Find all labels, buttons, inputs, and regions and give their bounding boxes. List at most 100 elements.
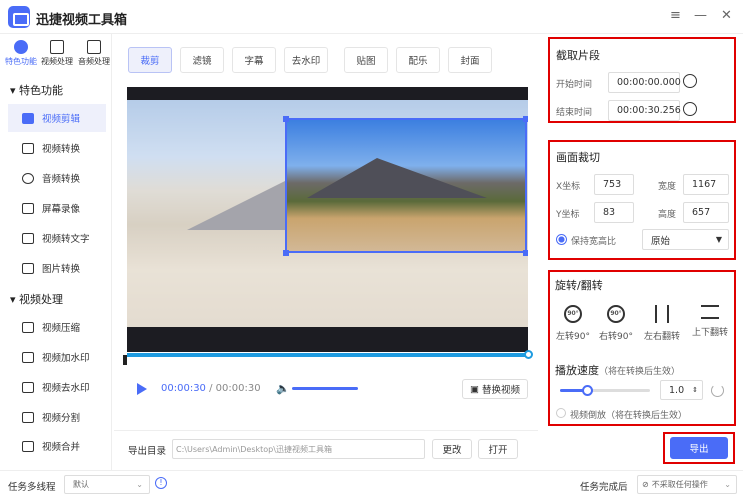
- time-separator: /: [209, 383, 213, 394]
- video-preview[interactable]: [127, 87, 528, 352]
- rotate-left-button[interactable]: 90° 左转90°: [551, 305, 595, 342]
- sidebar-item-image-convert[interactable]: 图片转换: [8, 254, 106, 282]
- volume-icon[interactable]: 🔈: [276, 382, 290, 395]
- reverse-note: （将在转换后生效）: [606, 411, 688, 421]
- tab-remove-watermark[interactable]: 去水印: [284, 47, 328, 73]
- speed-slider-knob[interactable]: [582, 385, 593, 396]
- tab-music[interactable]: 配乐: [396, 47, 440, 73]
- item-label: 视频分割: [42, 413, 81, 424]
- title-bar: 迅捷视频工具箱 ≡ — ✕: [0, 0, 743, 34]
- sidebar-item-video-to-text[interactable]: 视频转文字: [8, 224, 106, 252]
- play-icon[interactable]: [137, 383, 147, 395]
- close-icon[interactable]: ✕: [721, 8, 732, 23]
- flip-horizontal-button[interactable]: 左右翻转: [640, 305, 684, 342]
- open-dir-button[interactable]: 打开: [478, 439, 518, 459]
- rotate-right-icon: 90°: [607, 305, 625, 323]
- flip-vertical-button[interactable]: 上下翻转: [688, 305, 732, 338]
- current-time: 00:00:30: [161, 383, 206, 394]
- ban-icon: ⊘: [642, 480, 649, 489]
- sidebar-item-compress[interactable]: 视频压缩: [8, 313, 106, 341]
- start-time-input[interactable]: 00:00:00.000: [608, 72, 681, 93]
- speed-value: 1.0: [669, 384, 685, 396]
- end-time-label: 结束时间: [556, 108, 593, 118]
- nav-video[interactable]: 视频处理: [38, 40, 76, 67]
- crop-handle[interactable]: [523, 116, 528, 122]
- crop-title: 画面裁切: [556, 151, 600, 164]
- timeline-start-marker[interactable]: [123, 355, 127, 365]
- rotate-label: 右转90°: [599, 332, 633, 342]
- add-watermark-icon: [22, 351, 34, 363]
- compress-icon: [22, 321, 34, 333]
- minimize-icon[interactable]: —: [694, 8, 707, 23]
- tab-crop[interactable]: 裁剪: [128, 47, 172, 73]
- item-label: 视频压缩: [42, 323, 81, 334]
- rotate-right-button[interactable]: 90° 右转90°: [594, 305, 638, 342]
- width-label: 宽度: [658, 182, 677, 192]
- sidebar-item-audio-convert[interactable]: 音频转换: [8, 164, 106, 192]
- rotate-left-icon: 90°: [564, 305, 582, 323]
- x-label: X坐标: [556, 182, 581, 192]
- x-input[interactable]: 753: [594, 174, 634, 195]
- end-time-input[interactable]: 00:00:30.256: [608, 100, 681, 121]
- tab-sticker[interactable]: 贴图: [344, 47, 388, 73]
- sidebar-item-add-watermark[interactable]: 视频加水印: [8, 343, 106, 371]
- speed-title: 播放速度: [555, 364, 599, 377]
- section-special[interactable]: ▾ 特色功能: [10, 82, 63, 98]
- sidebar-item-split[interactable]: 视频分割: [8, 403, 106, 431]
- info-icon[interactable]: !: [155, 477, 167, 489]
- width-input[interactable]: 1167: [683, 174, 729, 195]
- section-video[interactable]: ▾ 视频处理: [10, 291, 63, 307]
- speed-slider[interactable]: [560, 385, 650, 396]
- split-icon: [22, 411, 34, 423]
- replace-video-icon: ▣: [470, 383, 479, 395]
- total-time: 00:00:30: [215, 383, 261, 394]
- sidebar-item-screen-record[interactable]: 屏幕录像: [8, 194, 106, 222]
- export-dir-input[interactable]: C:\Users\Admin\Desktop\迅捷视频工具箱: [172, 439, 425, 459]
- crop-rectangle[interactable]: [285, 118, 527, 253]
- music-icon: [87, 40, 101, 54]
- timeline-bar[interactable]: [127, 353, 529, 357]
- divider: [114, 430, 538, 431]
- item-label: 视频转文字: [42, 234, 90, 245]
- nav-special[interactable]: 特色功能: [2, 40, 40, 67]
- speed-input[interactable]: 1.0 ⇕: [660, 380, 703, 400]
- clock-icon[interactable]: [683, 74, 697, 88]
- audio-icon: [22, 172, 34, 184]
- text-icon: [22, 232, 34, 244]
- export-button[interactable]: 导出: [670, 437, 728, 459]
- ratio-select[interactable]: 原始 ▼: [642, 229, 729, 250]
- timeline-playhead[interactable]: [524, 350, 533, 359]
- volume-slider[interactable]: [292, 387, 358, 390]
- rotate-label: 左右翻转: [643, 332, 680, 342]
- nav-audio[interactable]: 音频处理: [75, 40, 113, 67]
- record-icon: [22, 202, 34, 214]
- change-dir-button[interactable]: 更改: [432, 439, 472, 459]
- sidebar-item-video-convert[interactable]: 视频转换: [8, 134, 106, 162]
- tab-cover[interactable]: 封面: [448, 47, 492, 73]
- sidebar-item-merge[interactable]: 视频合并: [8, 432, 106, 460]
- thread-select[interactable]: 默认 ⌄: [64, 475, 150, 494]
- rotate-label: 上下翻转: [691, 328, 728, 338]
- stepper-icon[interactable]: ⇕: [692, 386, 698, 394]
- after-label: 任务完成后: [580, 482, 628, 493]
- crop-handle[interactable]: [283, 116, 289, 122]
- sidebar-item-video-edit[interactable]: 视频剪辑: [8, 104, 106, 132]
- crop-handle[interactable]: [283, 250, 289, 256]
- flip-horizontal-icon: [655, 305, 669, 323]
- tab-filter[interactable]: 滤镜: [180, 47, 224, 73]
- footer: 任务多线程 默认 ⌄ ! 任务完成后 ⊘ 不采取任何操作 ⌄: [0, 470, 743, 500]
- y-input[interactable]: 83: [594, 202, 634, 223]
- clock-icon[interactable]: [683, 102, 697, 116]
- height-label: 高度: [658, 210, 677, 220]
- reverse-checkbox[interactable]: [556, 408, 566, 418]
- replace-video-button[interactable]: ▣ 替换视频: [462, 379, 528, 399]
- sidebar-item-remove-watermark[interactable]: 视频去水印: [8, 373, 106, 401]
- keep-ratio-radio[interactable]: [556, 234, 567, 245]
- after-select[interactable]: ⊘ 不采取任何操作 ⌄: [637, 475, 737, 494]
- item-label: 屏幕录像: [42, 204, 81, 215]
- height-input[interactable]: 657: [683, 202, 729, 223]
- crop-handle[interactable]: [523, 250, 528, 256]
- menu-icon[interactable]: ≡: [670, 8, 681, 23]
- reset-icon[interactable]: [711, 384, 724, 397]
- tab-subtitle[interactable]: 字幕: [232, 47, 276, 73]
